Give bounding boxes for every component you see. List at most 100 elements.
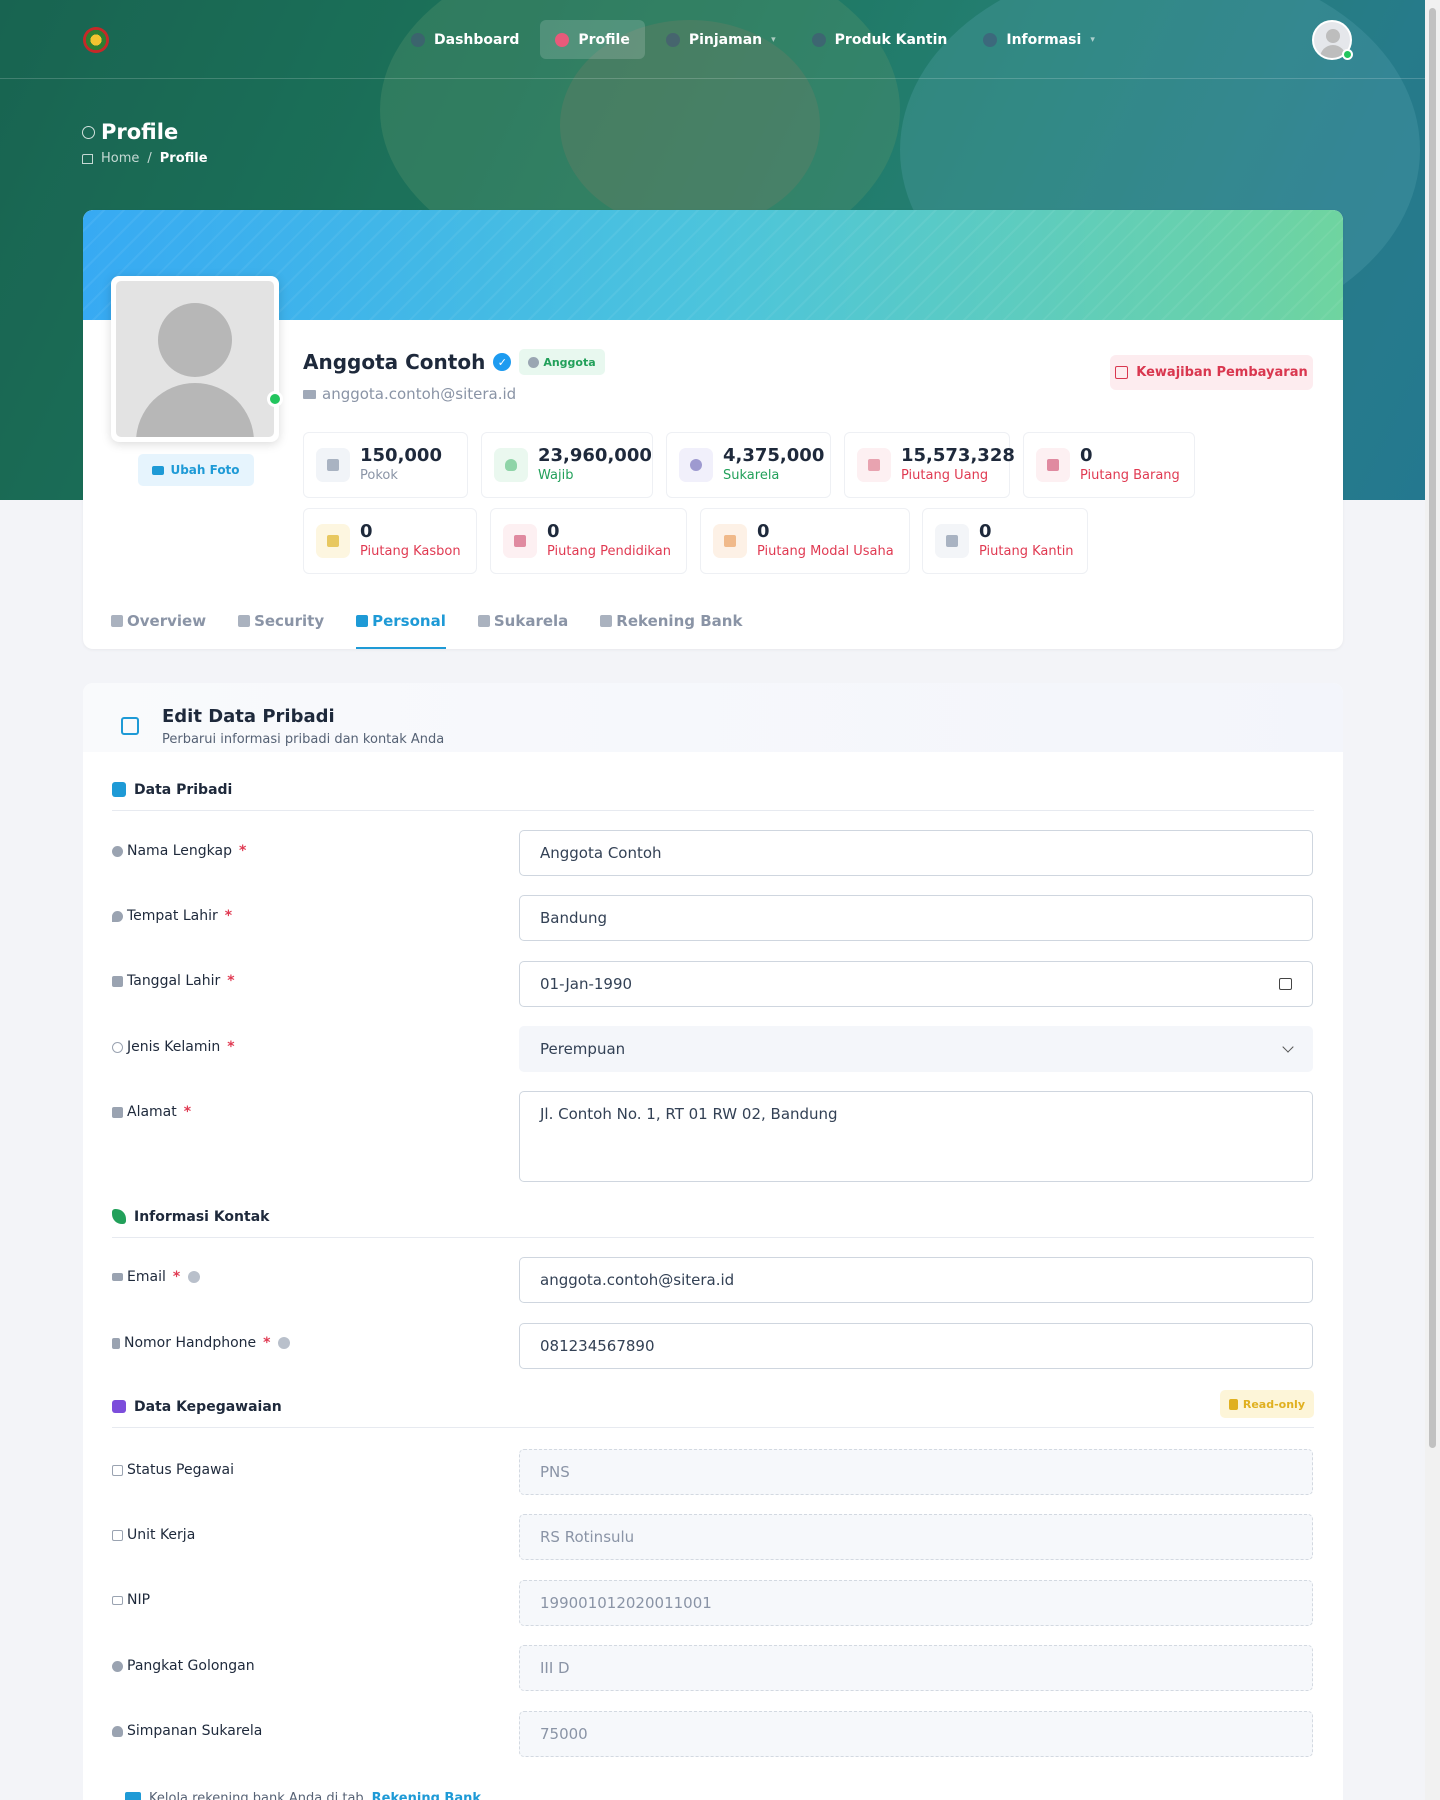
section-data-kepegawaian: Data Kepegawaian Read-only: [112, 1390, 1314, 1428]
stat-piutang-kasbon: 0 Piutang Kasbon: [303, 508, 477, 574]
stat-label: Piutang Modal Usaha: [757, 544, 894, 559]
bank-account-link[interactable]: Rekening Bank: [372, 1791, 481, 1800]
online-status-dot: [1342, 49, 1353, 60]
nav-produk-kantin[interactable]: Produk Kantin: [797, 20, 963, 59]
tab-label: Personal: [372, 612, 446, 630]
info-icon[interactable]: [278, 1337, 291, 1349]
role-label: Anggota: [543, 355, 596, 369]
tab-personal[interactable]: Personal: [356, 600, 446, 649]
tab-sukarela[interactable]: Sukarela: [477, 600, 568, 649]
label-text: Status Pegawai: [127, 1462, 235, 1478]
form-subtitle: Perbarui informasi pribadi dan kontak An…: [162, 732, 445, 747]
gender-icon: [112, 1041, 123, 1053]
gender-select[interactable]: Perempuan: [519, 1026, 1313, 1072]
store-icon: [713, 524, 747, 558]
label-tempat-lahir: Tempat Lahir *: [112, 906, 232, 926]
profile-email-row: anggota.contoh@sitera.id: [303, 385, 516, 403]
home-icon: [112, 1106, 123, 1118]
label-text: Nomor Handphone: [124, 1335, 257, 1351]
nav-informasi[interactable]: Informasi ▾: [968, 20, 1110, 59]
user-icon: [112, 845, 123, 857]
building-icon: [112, 1529, 123, 1541]
label-simpanan-sukarela: Simpanan Sukarela: [112, 1721, 262, 1741]
form-title: Edit Data Pribadi: [162, 706, 335, 727]
bank-account-note: Kelola rekening bank Anda di tab Rekenin…: [125, 1791, 481, 1800]
map-pin-icon: [112, 910, 123, 922]
nav-pinjaman[interactable]: Pinjaman ▾: [651, 20, 791, 59]
tab-security[interactable]: Security: [238, 600, 324, 649]
stat-pokok: 150,000 Pokok: [303, 432, 468, 498]
label-text: Tempat Lahir: [127, 908, 218, 924]
stat-label: Pokok: [360, 468, 398, 483]
gender-value: Perempuan: [540, 1040, 626, 1058]
breadcrumb-home[interactable]: Home: [101, 151, 139, 166]
stat-label: Wajib: [538, 468, 574, 483]
nav-label: Profile: [578, 31, 630, 48]
stat-label: Piutang Kasbon: [360, 544, 461, 559]
dashboard-icon: [111, 615, 123, 627]
label-text: Simpanan Sukarela: [127, 1723, 263, 1739]
nip-field: 199001012020011001: [519, 1580, 1313, 1626]
info-icon: [983, 32, 998, 47]
profile-tabs: Overview Security Personal Sukarela Reke…: [111, 600, 742, 649]
label-pangkat-golongan: Pangkat Golongan: [112, 1656, 255, 1676]
user-circle-icon: [82, 125, 95, 139]
email-input[interactable]: anggota.contoh@sitera.id: [519, 1257, 1313, 1303]
phone-input[interactable]: 081234567890: [519, 1323, 1313, 1369]
check-circle-icon: [528, 356, 540, 368]
tab-rekening-bank[interactable]: Rekening Bank: [600, 600, 742, 649]
required-mark: *: [183, 1104, 192, 1120]
required-mark: *: [263, 1335, 271, 1351]
store-icon: [811, 32, 826, 47]
stat-piutang-modal-usaha: 0 Piutang Modal Usaha: [700, 508, 910, 574]
birth-date-input[interactable]: 01-Jan-1990: [519, 961, 1313, 1007]
scrollbar-thumb[interactable]: [1429, 8, 1436, 1448]
chevron-down-icon: [1282, 1041, 1294, 1053]
tab-overview[interactable]: Overview: [111, 600, 206, 649]
address-textarea[interactable]: Jl. Contoh No. 1, RT 01 RW 02, Bandung: [519, 1091, 1313, 1182]
profile-photo: [111, 276, 279, 442]
change-photo-button[interactable]: Ubah Foto: [138, 454, 254, 486]
label-text: Email: [127, 1269, 166, 1285]
label-text: Alamat: [127, 1104, 177, 1120]
label-alamat: Alamat *: [112, 1102, 191, 1122]
employee-status-field: PNS: [519, 1449, 1313, 1495]
label-nama-lengkap: Nama Lengkap *: [112, 841, 246, 861]
voluntary-savings-field: 75000: [519, 1711, 1313, 1757]
stat-label: Piutang Pendidikan: [547, 544, 671, 559]
payment-obligation-label: Kewajiban Pembayaran: [1136, 365, 1308, 380]
nav-label: Pinjaman: [688, 31, 763, 48]
section-data-pribadi: Data Pribadi: [112, 782, 1314, 811]
work-unit-field: RS Rotinsulu: [519, 1514, 1313, 1560]
breadcrumb-current: Profile: [159, 151, 208, 166]
section-title: Data Pribadi: [134, 782, 233, 798]
stat-label: Piutang Uang: [901, 468, 989, 483]
stat-label: Piutang Kantin: [979, 544, 1074, 559]
breadcrumb-separator: /: [147, 151, 152, 166]
full-name-input[interactable]: Anggota Contoh: [519, 830, 1313, 876]
calendar-icon[interactable]: [1279, 978, 1292, 990]
tab-label: Security: [254, 612, 325, 630]
chevron-down-icon: ▾: [771, 34, 776, 45]
required-mark: *: [227, 973, 235, 989]
briefcase-icon: [112, 1400, 126, 1413]
app-logo[interactable]: [83, 27, 109, 53]
payment-obligation-button[interactable]: Kewajiban Pembayaran: [1110, 355, 1313, 390]
label-email: Email *: [112, 1267, 201, 1287]
verified-badge-icon: ✓: [493, 353, 512, 371]
bank-icon: [316, 448, 350, 482]
label-status-pegawai: Status Pegawai: [112, 1460, 234, 1480]
user-icon: [555, 32, 570, 47]
nav-dashboard[interactable]: Dashboard: [396, 20, 534, 59]
info-icon[interactable]: [188, 1271, 201, 1283]
label-nip: NIP: [112, 1590, 150, 1610]
envelope-icon: [303, 389, 316, 399]
chevron-down-icon: ▾: [1090, 34, 1095, 45]
rank-field: III D: [519, 1645, 1313, 1691]
birth-place-input[interactable]: Bandung: [519, 895, 1313, 941]
nav-profile[interactable]: Profile: [540, 20, 645, 59]
page-scrollbar[interactable]: [1425, 0, 1440, 1800]
change-photo-label: Ubah Foto: [170, 463, 240, 477]
stat-value: 0: [1080, 445, 1093, 466]
label-jenis-kelamin: Jenis Kelamin *: [112, 1037, 235, 1057]
